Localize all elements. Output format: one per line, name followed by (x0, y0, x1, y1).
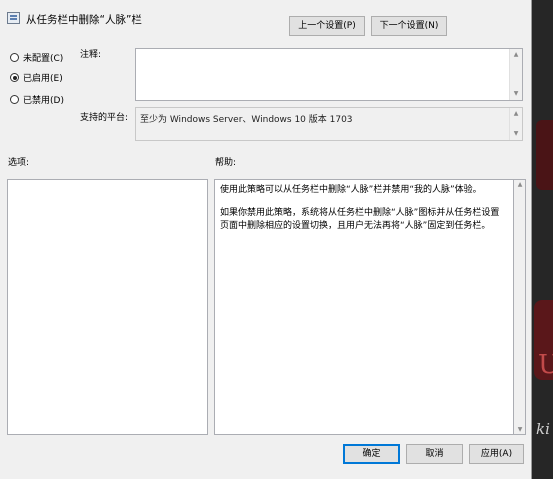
scroll-down-icon[interactable]: ▼ (510, 89, 522, 99)
radio-indicator[interactable] (10, 53, 19, 62)
desktop-wallpaper-text: U (538, 350, 553, 380)
scroll-up-icon[interactable]: ▲ (510, 50, 522, 60)
help-scrollbar[interactable]: ▲ ▼ (514, 179, 526, 435)
apply-button[interactable]: 应用(A) (469, 444, 524, 464)
policy-dialog: 从任务栏中删除“人脉”栏 上一个设置(P) 下一个设置(N) 未配置(C) 已启… (0, 0, 532, 479)
scroll-up-icon[interactable]: ▲ (515, 181, 525, 188)
radio-indicator[interactable] (10, 73, 19, 82)
help-paragraph: 如果你禁用此策略，系统将从任务栏中删除“人脉”图标并从任务栏设置页面中删除相应的… (220, 208, 500, 231)
radio-label: 未配置(C) (23, 54, 64, 64)
help-pane[interactable]: 使用此策略可以从任务栏中删除“人脉”栏并禁用“我的人脉”体验。 如果你禁用此策略… (214, 179, 514, 435)
radio-enabled[interactable]: 已启用(E) (10, 71, 63, 84)
supported-platform-value: 至少为 Windows Server、Windows 10 版本 1703 (140, 115, 353, 125)
radio-label: 已启用(E) (23, 74, 63, 84)
comment-scrollbar[interactable]: ▲ ▼ (509, 49, 522, 100)
title-bar[interactable]: 从任务栏中删除“人脉”栏 (0, 0, 532, 44)
policy-setting-icon (7, 12, 20, 24)
radio-indicator[interactable] (10, 95, 19, 104)
scroll-down-icon[interactable]: ▼ (515, 426, 525, 433)
options-pane[interactable] (7, 179, 208, 435)
scroll-down-icon[interactable]: ▼ (510, 129, 522, 139)
options-label: 选项: (8, 158, 30, 168)
radio-disabled[interactable]: 已禁用(D) (10, 93, 64, 106)
desktop-background: U ki (532, 0, 553, 479)
comment-label: 注释: (80, 50, 102, 60)
desktop-wallpaper-accent (536, 120, 553, 190)
window-title: 从任务栏中删除“人脉”栏 (26, 14, 142, 26)
previous-setting-button[interactable]: 上一个设置(P) (289, 16, 365, 36)
desktop-wallpaper-text: ki (536, 420, 550, 438)
next-setting-button[interactable]: 下一个设置(N) (371, 16, 447, 36)
radio-not-configured[interactable]: 未配置(C) (10, 51, 63, 64)
platform-scrollbar[interactable]: ▲ ▼ (509, 108, 522, 140)
comment-textarea[interactable]: ▲ ▼ (135, 48, 523, 101)
ok-button[interactable]: 确定 (343, 444, 400, 464)
scroll-up-icon[interactable]: ▲ (510, 109, 522, 119)
help-paragraph: 使用此策略可以从任务栏中删除“人脉”栏并禁用“我的人脉”体验。 (220, 185, 482, 195)
supported-platform-field: 至少为 Windows Server、Windows 10 版本 1703 ▲ … (135, 107, 523, 141)
help-label: 帮助: (215, 158, 237, 168)
cancel-button[interactable]: 取消 (406, 444, 463, 464)
supported-platform-label: 支持的平台: (80, 113, 129, 123)
radio-label: 已禁用(D) (23, 96, 64, 106)
